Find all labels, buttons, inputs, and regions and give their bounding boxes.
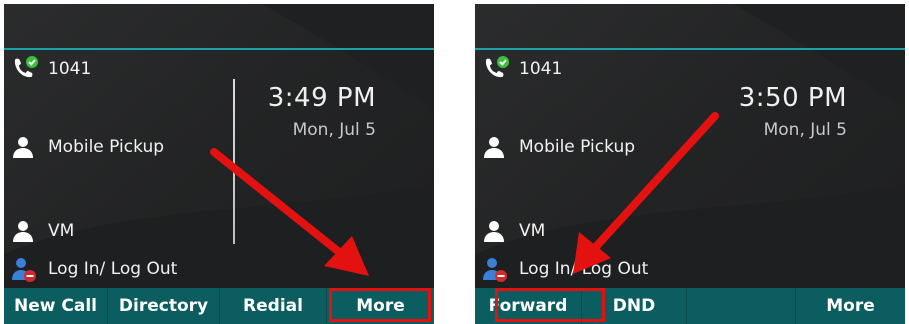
clock-date: Mon, Jul 5 xyxy=(763,120,847,140)
line-key-login-logout[interactable]: Log In/ Log Out xyxy=(481,254,648,284)
phone-registered-icon xyxy=(10,54,40,84)
line-key-vm[interactable]: VM xyxy=(10,216,74,246)
line-label: Mobile Pickup xyxy=(48,137,165,157)
clock-time: 3:49 PM xyxy=(267,83,376,113)
user-logout-icon xyxy=(481,254,511,284)
softkey-more[interactable]: More xyxy=(796,288,905,324)
contact-icon xyxy=(10,132,40,162)
annotation-highlight-box xyxy=(495,288,605,322)
user-logout-icon xyxy=(10,254,40,284)
line-key-login-logout[interactable]: Log In/ Log Out xyxy=(10,254,177,284)
softkey-directory[interactable]: Directory xyxy=(108,288,220,324)
contact-icon xyxy=(481,216,511,246)
header-accent-line xyxy=(475,48,905,50)
phone-screen-right: 1041 Mobile Pickup VM Log In/ Log Out 3:… xyxy=(475,4,905,324)
phone-registered-icon xyxy=(481,54,511,84)
phone-screen-left: 1041 Mobile Pickup VM Log In/ Log Out 3:… xyxy=(4,4,434,324)
line-label: Log In/ Log Out xyxy=(48,259,178,279)
contact-icon xyxy=(481,132,511,162)
line-label: Log In/ Log Out xyxy=(519,259,649,279)
softkey-new-call[interactable]: New Call xyxy=(4,288,108,324)
vertical-divider xyxy=(233,79,235,244)
line-label: Mobile Pickup xyxy=(519,137,636,157)
softkey-empty xyxy=(687,288,796,324)
softkey-redial[interactable]: Redial xyxy=(220,288,327,324)
line-label: 1041 xyxy=(48,59,92,79)
line-key-1041[interactable]: 1041 xyxy=(10,54,91,84)
line-label: VM xyxy=(519,221,546,241)
line-label: VM xyxy=(48,221,75,241)
contact-icon xyxy=(10,216,40,246)
header-accent-line xyxy=(4,48,434,50)
line-key-vm[interactable]: VM xyxy=(481,216,545,246)
line-key-1041[interactable]: 1041 xyxy=(481,54,562,84)
line-key-mobile-pickup[interactable]: Mobile Pickup xyxy=(481,132,635,162)
clock-time: 3:50 PM xyxy=(738,83,847,113)
line-key-mobile-pickup[interactable]: Mobile Pickup xyxy=(10,132,164,162)
clock-date: Mon, Jul 5 xyxy=(292,120,376,140)
line-label: 1041 xyxy=(519,59,563,79)
annotation-highlight-box xyxy=(329,288,431,322)
